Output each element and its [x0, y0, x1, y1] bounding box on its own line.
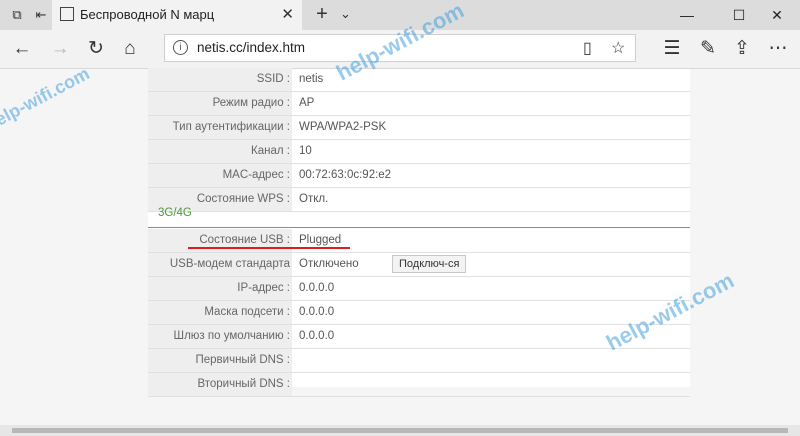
connect-button[interactable]: Подключ-ся	[392, 255, 467, 273]
book-icon[interactable]: ▯	[583, 38, 592, 58]
row-label: Канал :	[148, 140, 292, 163]
row-label: SSID :	[148, 68, 292, 91]
arrow-right-icon[interactable]: →	[48, 37, 72, 61]
row-value: 0.0.0.0	[299, 330, 335, 342]
annotation-underline	[188, 247, 350, 249]
row-label: Маска подсети :	[148, 301, 292, 324]
row-value: 10	[299, 145, 312, 157]
row-value: netis	[299, 73, 324, 85]
title-bar: ⧉ ⇤ Беспроводной N марц ✕ + ⌄ — ☐ ✕	[0, 0, 800, 30]
vertical-scrollbar[interactable]	[792, 69, 800, 425]
chevron-down-icon[interactable]: ⌄	[340, 6, 351, 22]
row-value: Отключено	[299, 258, 359, 270]
row-label: Тип аутентификации :	[148, 116, 292, 139]
refresh-icon[interactable]: ↻	[84, 37, 108, 61]
section-header-3g: 3G/4G	[148, 203, 690, 228]
status-row: MAC-адрес : 00:72:63:0c:92:e2	[148, 164, 690, 188]
status-row: Канал : 10	[148, 140, 690, 164]
status-row: Вторичный DNS :	[148, 373, 690, 397]
plus-icon[interactable]: +	[312, 3, 332, 26]
more-icon[interactable]: ⋯	[766, 37, 790, 61]
minimize-icon[interactable]: —	[664, 3, 710, 27]
tab-title: Беспроводной N марц	[80, 7, 215, 22]
status-row: Состояние USB : Plugged	[148, 229, 690, 253]
set-aside-icon[interactable]: ⇤	[32, 6, 50, 24]
share-icon[interactable]: ⇪	[730, 37, 754, 61]
url-text[interactable]: netis.cc/index.htm	[197, 40, 305, 55]
section-title: 3G/4G	[158, 207, 192, 219]
arrow-left-icon[interactable]: ←	[10, 37, 34, 61]
watermark: help-wifi.com	[0, 63, 93, 135]
row-label: Первичный DNS :	[148, 349, 292, 372]
row-label: Шлюз по умолчанию :	[148, 325, 292, 348]
row-value: WPA/WPA2-PSK	[299, 121, 387, 133]
status-row: IP-адрес : 0.0.0.0	[148, 277, 690, 301]
row-value: 0.0.0.0	[299, 306, 335, 318]
status-row: SSID : netis	[148, 68, 690, 92]
window-close-icon[interactable]: ✕	[754, 3, 800, 27]
row-label: MAC-адрес :	[148, 164, 292, 187]
scrollbar-thumb[interactable]	[12, 428, 788, 433]
horizontal-scrollbar[interactable]	[0, 425, 800, 436]
star-icon[interactable]: ☆	[611, 38, 625, 58]
row-label: IP-адрес :	[148, 277, 292, 300]
status-row: Первичный DNS :	[148, 349, 690, 373]
status-row: Маска подсети : 0.0.0.0	[148, 301, 690, 325]
pen-icon[interactable]: ✎	[696, 37, 720, 61]
tab-active[interactable]: Беспроводной N марц ✕	[52, 0, 302, 30]
row-value: 00:72:63:0c:92:e2	[299, 169, 392, 181]
page-icon	[60, 7, 74, 21]
info-icon[interactable]: i	[173, 40, 188, 55]
favorites-list-icon[interactable]: ☰	[660, 37, 684, 61]
close-icon[interactable]: ✕	[281, 5, 294, 23]
row-label: Вторичный DNS :	[148, 373, 292, 396]
home-icon[interactable]: ⌂	[118, 37, 142, 61]
row-label: USB-модем стандарта	[148, 253, 292, 276]
page-content: SSID : netis Режим радио : AP Тип аутент…	[0, 0, 800, 425]
row-label: Режим радио :	[148, 92, 292, 115]
status-row: USB-модем стандарта Отключено Подключ-ся	[148, 253, 690, 277]
row-value: 0.0.0.0	[299, 282, 335, 294]
row-value: AP	[299, 97, 315, 109]
status-row: Режим радио : AP	[148, 92, 690, 116]
tabs-icon[interactable]: ⧉	[8, 6, 26, 24]
status-row: Тип аутентификации : WPA/WPA2-PSK	[148, 116, 690, 140]
